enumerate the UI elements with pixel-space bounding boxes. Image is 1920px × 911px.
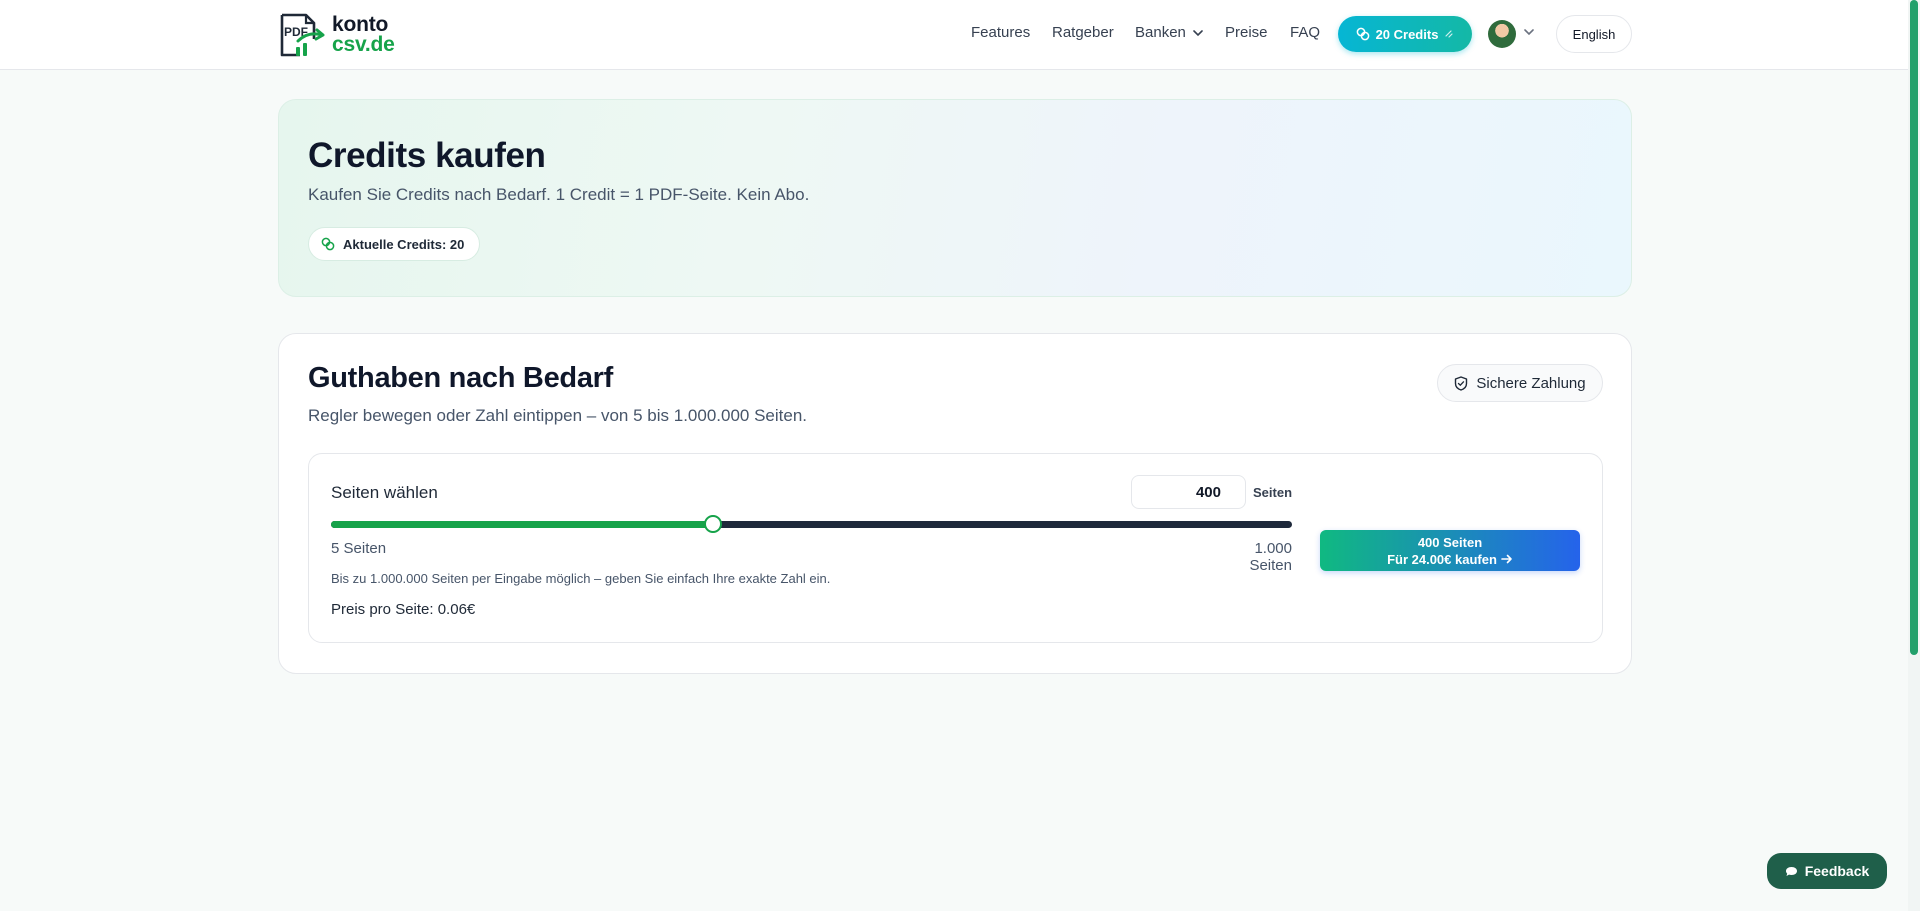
pages-input[interactable] bbox=[1131, 475, 1246, 509]
feedback-button[interactable]: Feedback bbox=[1767, 853, 1887, 889]
logo[interactable]: PDF konto csv.de bbox=[278, 11, 395, 59]
credits-button-label: 20 Credits bbox=[1375, 26, 1439, 42]
buy-button-price: Für 24.00€ kaufen bbox=[1387, 551, 1497, 567]
coins-icon bbox=[321, 237, 335, 251]
section-title: Guthaben nach Bedarf bbox=[308, 362, 613, 394]
arrow-right-icon bbox=[1501, 554, 1512, 564]
shield-icon bbox=[1455, 375, 1468, 391]
nav-faq[interactable]: FAQ bbox=[1290, 24, 1320, 41]
nav-features[interactable]: Features bbox=[971, 24, 1030, 41]
secure-payment-badge: Sichere Zahlung bbox=[1437, 364, 1603, 402]
sparkle-icon bbox=[1445, 30, 1454, 38]
price-per-page: Preis pro Seite: 0.06€ bbox=[331, 601, 476, 618]
slider-max-label: 1.000 Seiten bbox=[1249, 540, 1292, 574]
page-selector-panel: Seiten wählen Seiten 5 Seiten 1.000 Seit… bbox=[308, 453, 1603, 643]
page-title: Credits kaufen bbox=[308, 136, 546, 175]
slider-min-label: 5 Seiten bbox=[331, 540, 387, 557]
coins-icon bbox=[1356, 27, 1369, 41]
chevron-down-icon bbox=[1193, 30, 1203, 37]
chat-bubble-icon bbox=[1785, 866, 1797, 876]
current-credits-label: Aktuelle Credits: 20 bbox=[343, 236, 465, 252]
pages-slider-track[interactable] bbox=[331, 521, 1292, 528]
buy-button-pages: 400 Seiten bbox=[1417, 534, 1483, 550]
top-navbar: PDF konto csv.de Features Ratgeber Banke… bbox=[0, 0, 1908, 70]
logo-text-konto: konto bbox=[332, 13, 389, 36]
logo-text-csv: csv.de bbox=[332, 33, 395, 56]
page-subtitle: Kaufen Sie Credits nach Bedarf. 1 Credit… bbox=[308, 185, 810, 204]
buy-button[interactable]: 400 Seiten Für 24.00€ kaufen bbox=[1320, 530, 1580, 571]
pages-unit-label: Seiten bbox=[1253, 485, 1293, 500]
pages-slider-thumb[interactable] bbox=[704, 515, 722, 533]
pages-slider-fill bbox=[331, 521, 713, 528]
page-scrollbar-thumb[interactable] bbox=[1910, 0, 1918, 655]
user-avatar[interactable] bbox=[1488, 20, 1516, 48]
nav-ratgeber[interactable]: Ratgeber bbox=[1052, 24, 1114, 41]
chevron-down-icon[interactable] bbox=[1524, 28, 1534, 36]
nav-preise[interactable]: Preise bbox=[1225, 24, 1268, 41]
nav-banken[interactable]: Banken bbox=[1135, 24, 1203, 41]
language-button[interactable]: English bbox=[1556, 15, 1632, 53]
section-description: Regler bewegen oder Zahl eintippen – von… bbox=[308, 406, 808, 425]
select-pages-label: Seiten wählen bbox=[331, 483, 438, 502]
hero-section: Credits kaufen Kaufen Sie Credits nach B… bbox=[278, 99, 1632, 297]
purchase-card: Guthaben nach Bedarf Regler bewegen oder… bbox=[278, 333, 1632, 674]
feedback-label: Feedback bbox=[1804, 863, 1870, 879]
input-hint: Bis zu 1.000.000 Seiten per Eingabe mögl… bbox=[331, 571, 831, 586]
secure-payment-label: Sichere Zahlung bbox=[1476, 374, 1586, 392]
nav-banken-label: Banken bbox=[1135, 24, 1186, 41]
credits-button[interactable]: 20 Credits bbox=[1338, 16, 1472, 52]
logo-pdf-icon: PDF bbox=[278, 11, 326, 59]
current-credits-badge: Aktuelle Credits: 20 bbox=[308, 227, 481, 261]
